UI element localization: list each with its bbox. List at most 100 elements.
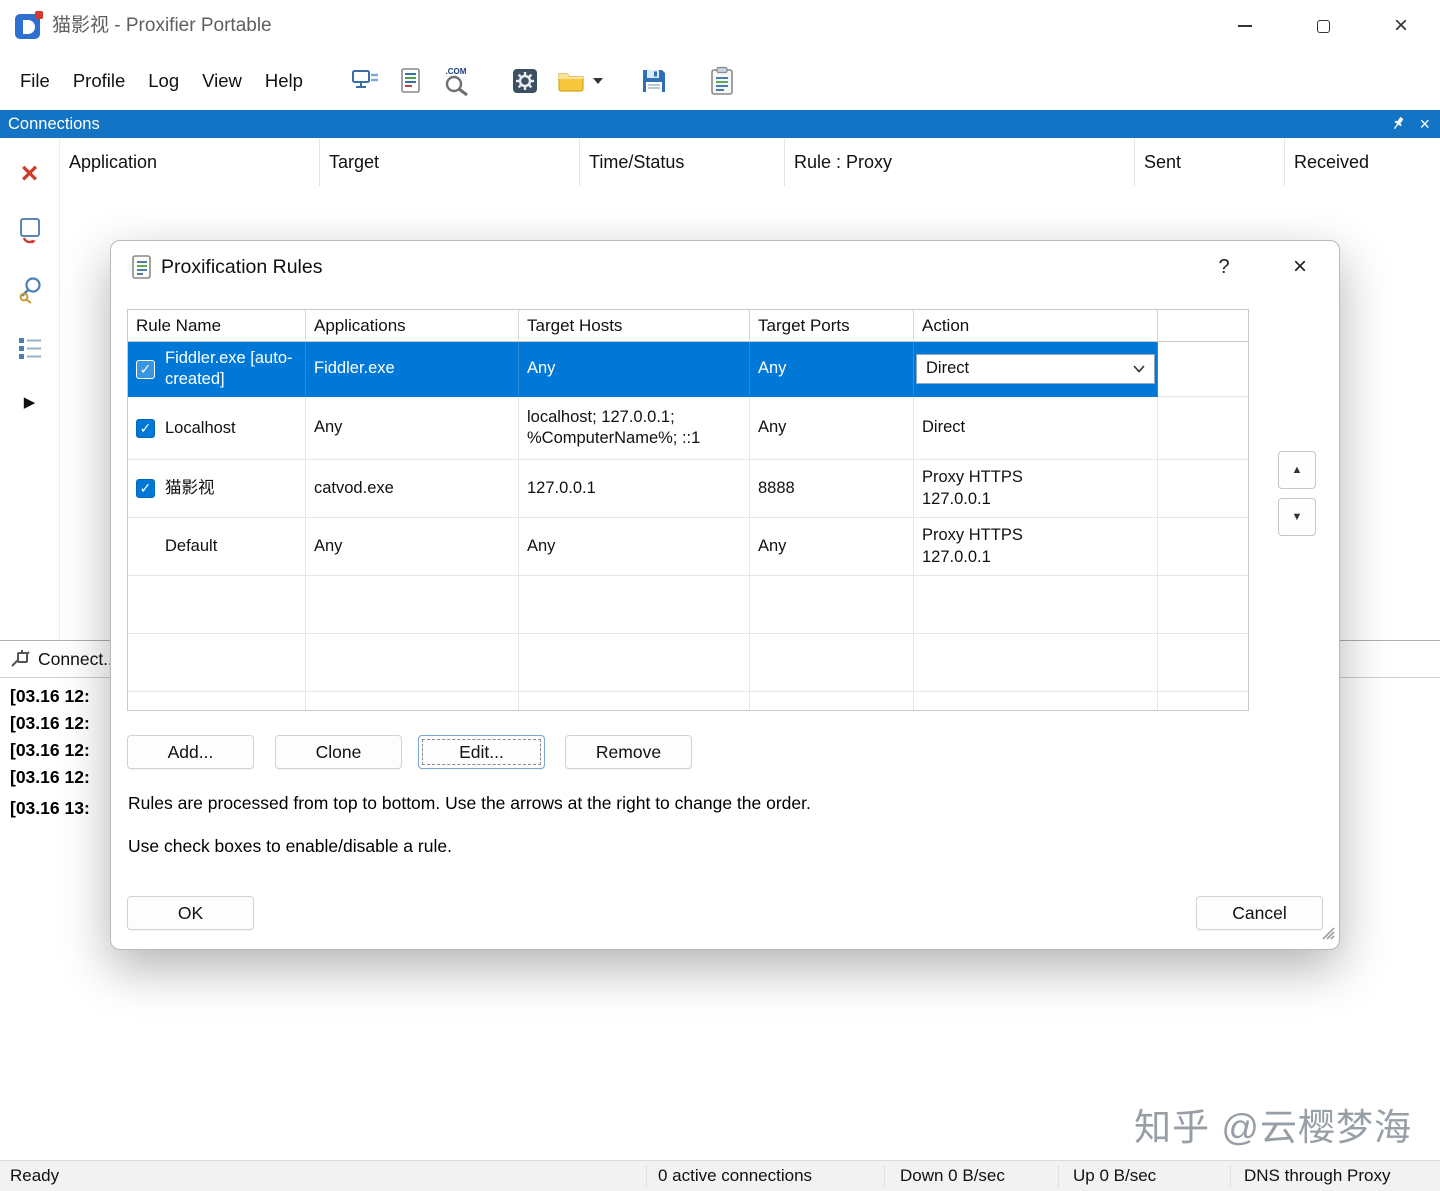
rule-target-ports-cell: Any (750, 342, 914, 397)
rule-applications-cell: catvod.exe (306, 460, 519, 518)
properties-list-icon[interactable] (17, 336, 43, 366)
close-button[interactable]: × (1362, 0, 1440, 52)
rule-enabled-checkbox[interactable]: ✓ (136, 359, 155, 379)
col-action[interactable]: Action (914, 310, 1158, 342)
empty-cell (128, 576, 306, 634)
resize-grip[interactable] (1320, 925, 1335, 945)
report-log-icon[interactable] (394, 64, 428, 98)
rule-target-ports-cell: 8888 (750, 460, 914, 518)
ok-button[interactable]: OK (127, 896, 254, 930)
app-logo-icon (14, 10, 44, 40)
minimize-button[interactable] (1206, 0, 1284, 52)
rule-name: 猫影视 (165, 479, 215, 498)
col-target-hosts[interactable]: Target Hosts (519, 310, 750, 342)
rule-applications-cell: Fiddler.exe (306, 342, 519, 397)
expand-arrow-icon[interactable]: ▶ (24, 393, 36, 411)
empty-cell (750, 576, 914, 634)
col-empty (1158, 310, 1248, 342)
toolbar: .COM (348, 64, 751, 98)
empty-row (128, 576, 1248, 634)
col-applications[interactable]: Applications (306, 310, 519, 342)
up-arrow-icon: ▲ (1291, 464, 1303, 476)
col-time-status[interactable]: Time/Status (580, 139, 785, 186)
search-com-icon[interactable]: .COM (440, 64, 474, 98)
network-connections-icon[interactable] (348, 64, 382, 98)
empty-cell (1158, 342, 1248, 397)
rule-name-cell: ✓ 猫影视 (128, 460, 306, 518)
col-application[interactable]: Application (60, 139, 320, 186)
empty-cell (750, 692, 914, 710)
remove-rule-button[interactable]: Remove (565, 735, 692, 769)
rule-row-default[interactable]: Default Any Any Any Proxy HTTPS 127.0.0.… (128, 518, 1248, 576)
empty-cell (1158, 634, 1248, 692)
clear-connections-icon[interactable]: × (21, 159, 39, 189)
close-connection-icon[interactable] (16, 216, 44, 249)
menu-file[interactable]: File (18, 64, 52, 98)
empty-cell (1158, 692, 1248, 710)
rule-order-buttons: ▲ ▼ (1278, 451, 1316, 536)
clone-rule-button[interactable]: Clone (275, 735, 402, 769)
rule-applications-cell: Any (306, 518, 519, 576)
col-target[interactable]: Target (320, 139, 580, 186)
status-dns-mode: DNS through Proxy (1244, 1166, 1391, 1185)
empty-row (128, 634, 1248, 692)
connect-tab-icon (10, 649, 30, 669)
rule-name-cell: ✓ Fiddler.exe [auto-created] (128, 342, 306, 397)
col-rule-proxy[interactable]: Rule : Proxy (785, 139, 1135, 186)
dialog-close-button[interactable]: × (1283, 241, 1317, 293)
rule-action-cell: Proxy HTTPS 127.0.0.1 (914, 518, 1158, 576)
rule-action-cell: Proxy HTTPS 127.0.0.1 (914, 460, 1158, 518)
settings-gear-icon[interactable] (508, 64, 542, 98)
col-rule-name[interactable]: Rule Name (128, 310, 306, 342)
rule-row-localhost[interactable]: ✓ Localhost Any localhost; 127.0.0.1; %C… (128, 397, 1248, 460)
pin-icon[interactable] (1388, 114, 1404, 134)
rule-target-ports-cell: Any (750, 397, 914, 460)
cancel-button[interactable]: Cancel (1196, 896, 1323, 930)
rule-name: Fiddler.exe [auto-created] (165, 349, 293, 388)
empty-cell (914, 692, 1158, 710)
rules-table: Rule Name Applications Target Hosts Targ… (127, 309, 1249, 711)
rule-name-cell: ✓ Localhost (128, 397, 306, 460)
rule-action: Proxy HTTPS 127.0.0.1 (922, 526, 1023, 566)
proxy-checker-icon[interactable] (705, 64, 739, 98)
rule-name: Localhost (165, 418, 236, 437)
help-button[interactable]: ? (1207, 241, 1241, 293)
maximize-button[interactable] (1284, 0, 1362, 52)
checkbox-hint: Use check boxes to enable/disable a rule… (128, 836, 452, 856)
save-profile-icon[interactable] (637, 64, 671, 98)
col-sent[interactable]: Sent (1135, 139, 1285, 186)
open-profile-folder-button[interactable] (554, 64, 603, 98)
proxifier-window: 猫影视 - Proxifier Portable × File Profile … (0, 0, 1440, 1191)
status-up-rate: Up 0 B/sec (1073, 1166, 1157, 1185)
rule-enabled-checkbox[interactable]: ✓ (136, 418, 155, 438)
status-separator (884, 1165, 885, 1188)
connections-caption-bar: Connections × (0, 110, 1440, 138)
rule-name: Default (165, 537, 218, 556)
menu-view[interactable]: View (200, 64, 244, 98)
log-line: [03.16 12: (10, 686, 90, 706)
empty-cell (306, 576, 519, 634)
col-target-ports[interactable]: Target Ports (750, 310, 914, 342)
col-received[interactable]: Received (1285, 139, 1440, 186)
log-line: [03.16 12: (10, 740, 90, 760)
rule-row-fiddler[interactable]: ✓ Fiddler.exe [auto-created] Fiddler.exe… (128, 342, 1248, 397)
action-dropdown[interactable]: Direct (916, 354, 1155, 384)
empty-cell (519, 692, 750, 710)
status-separator (646, 1165, 647, 1188)
add-rule-button[interactable]: Add... (127, 735, 254, 769)
rule-target-hosts-cell: Any (519, 518, 750, 576)
move-rule-down-button[interactable]: ▼ (1278, 498, 1316, 536)
rule-enabled-checkbox[interactable]: ✓ (136, 479, 155, 498)
edit-rule-button[interactable]: Edit... (418, 735, 545, 769)
empty-row (128, 692, 1248, 710)
menu-help[interactable]: Help (263, 64, 305, 98)
tab-connect[interactable]: Connect... (38, 649, 118, 670)
rule-row-catvod[interactable]: ✓ 猫影视 catvod.exe 127.0.0.1 8888 Proxy HT… (128, 460, 1248, 518)
window-controls: × (1206, 0, 1440, 52)
panel-close-icon[interactable]: × (1419, 115, 1430, 133)
menu-log[interactable]: Log (146, 64, 181, 98)
search-key-icon[interactable] (16, 276, 44, 309)
menu-profile[interactable]: Profile (71, 64, 127, 98)
rule-applications-cell: Any (306, 397, 519, 460)
move-rule-up-button[interactable]: ▲ (1278, 451, 1316, 489)
